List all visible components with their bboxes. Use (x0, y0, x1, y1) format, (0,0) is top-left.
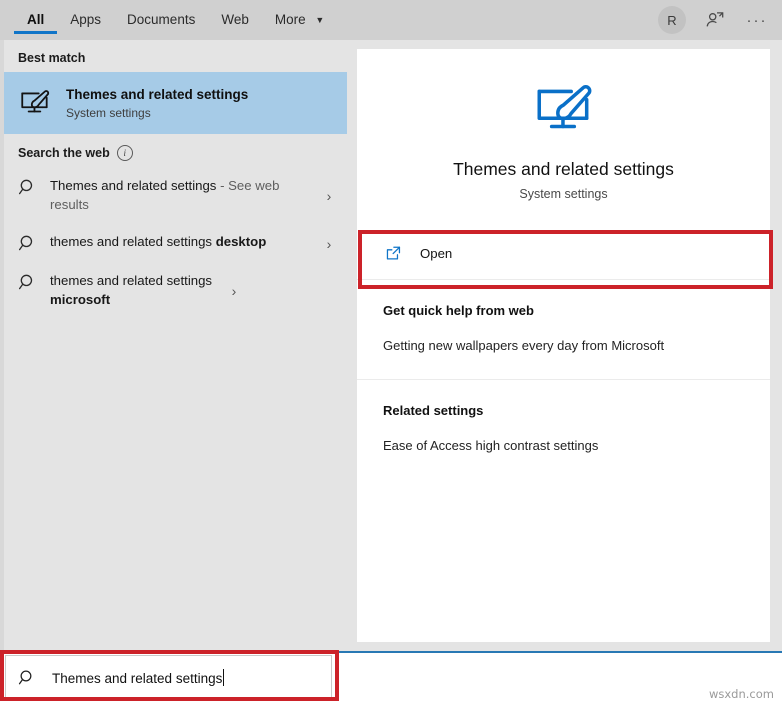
info-icon[interactable]: i (116, 145, 133, 161)
results-pane: Best match Themes and related settings S… (4, 40, 347, 651)
web-result-label: Themes and related settings - See web re… (50, 176, 321, 214)
search-tab-bar: All Apps Documents Web More ▼ R ··· (0, 0, 782, 40)
header-actions: R ··· (658, 0, 770, 40)
search-icon (18, 177, 38, 197)
quick-help-link[interactable]: Getting new wallpapers every day from Mi… (383, 337, 744, 355)
tab-documents[interactable]: Documents (114, 0, 208, 40)
search-input-text: Themes and related settings (52, 670, 223, 686)
web-result-query: themes and related settings (50, 273, 213, 288)
best-match-text: Themes and related settings System setti… (66, 86, 248, 121)
chevron-right-icon[interactable]: › (226, 283, 242, 299)
tab-more[interactable]: More ▼ (262, 0, 337, 40)
web-result-keyword: desktop (215, 234, 267, 249)
tab-all[interactable]: All (14, 0, 58, 40)
taskbar-search-area: Themes and related settings (0, 651, 782, 705)
info-icon-glyph: i (123, 148, 126, 158)
quick-help-title: Get quick help from web (383, 303, 534, 318)
watermark: wsxdn.com (708, 687, 774, 701)
tab-active-underline (14, 31, 58, 34)
best-match-group-label: Best match (4, 40, 347, 72)
web-result-row[interactable]: Themes and related settings - See web re… (4, 168, 347, 224)
search-web-group-label: Search the web i (4, 134, 347, 168)
search-top-border (0, 651, 782, 653)
search-input[interactable]: Themes and related settings (5, 655, 332, 699)
best-match-group-label-text: Best match (18, 51, 86, 65)
person-add-icon[interactable] (702, 7, 728, 33)
chevron-right-icon[interactable]: › (321, 236, 337, 252)
related-settings-title: Related settings (383, 403, 484, 418)
tab-all-label: All (27, 12, 45, 27)
search-input-value: Themes and related settings (52, 668, 225, 686)
overflow-menu-button[interactable]: ··· (744, 7, 770, 33)
search-icon (18, 233, 38, 253)
overflow-menu-label: ··· (746, 11, 768, 29)
web-result-row[interactable]: themes and related settings desktop › (4, 224, 347, 263)
preview-title: Themes and related settings (453, 159, 674, 179)
web-result-label: themes and related settings microsoft (50, 271, 226, 309)
open-external-icon (385, 245, 402, 262)
best-match-subtitle: System settings (66, 105, 151, 120)
open-button[interactable]: Open (357, 227, 770, 279)
search-icon (18, 272, 38, 292)
web-result-query: Themes and related settings (50, 178, 217, 193)
search-flyout: All Apps Documents Web More ▼ R ··· Best… (0, 0, 782, 651)
search-icon (18, 668, 37, 687)
chevron-right-icon[interactable]: › (321, 188, 337, 204)
chevron-down-icon: ▼ (315, 15, 325, 25)
tab-web[interactable]: Web (208, 0, 262, 40)
tab-web-label: Web (221, 12, 249, 27)
web-result-label: themes and related settings desktop (50, 232, 321, 251)
avatar-initial: R (667, 12, 677, 28)
open-button-label: Open (420, 245, 453, 261)
search-web-group-label-text: Search the web (18, 146, 110, 160)
web-result-query: themes and related settings (50, 234, 216, 249)
preview-subtitle: System settings (519, 187, 608, 201)
avatar[interactable]: R (658, 6, 686, 34)
related-settings-link[interactable]: Ease of Access high contrast settings (383, 437, 744, 455)
web-result-row[interactable]: themes and related settings microsoft › (4, 263, 347, 319)
tab-apps-label: Apps (70, 12, 102, 27)
tab-apps[interactable]: Apps (57, 0, 114, 40)
best-match-result[interactable]: Themes and related settings System setti… (4, 72, 347, 134)
preview-hero: Themes and related settings System setti… (357, 49, 770, 203)
tab-more-label: More (274, 12, 306, 27)
preview-pane: Themes and related settings System setti… (357, 49, 770, 642)
quick-help-section: Get quick help from web Getting new wall… (357, 280, 770, 379)
best-match-title: Themes and related settings (66, 86, 249, 102)
related-settings-section: Related settings Ease of Access high con… (357, 380, 770, 479)
tab-documents-label: Documents (127, 12, 196, 27)
web-result-keyword: microsoft (50, 292, 111, 307)
monitor-paintbrush-icon (531, 77, 597, 143)
monitor-paintbrush-icon (18, 86, 52, 120)
tab-list: All Apps Documents Web More ▼ (14, 0, 337, 40)
text-cursor (223, 668, 225, 686)
